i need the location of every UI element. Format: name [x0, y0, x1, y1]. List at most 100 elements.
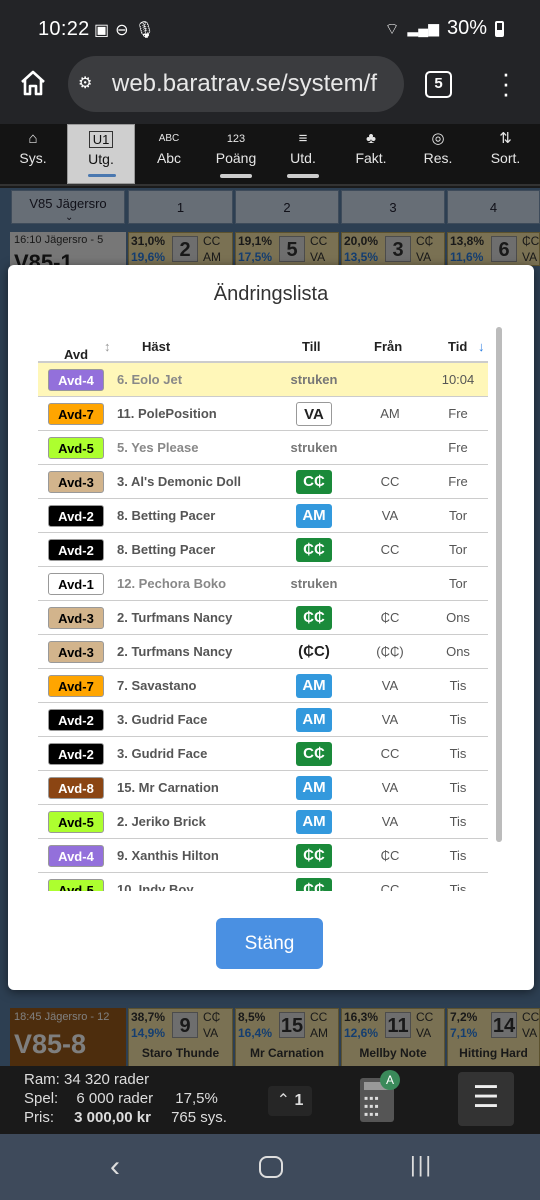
- toolbar-fakt[interactable]: ♣ Fakt.: [337, 124, 405, 184]
- toolbar-label: Fakt.: [355, 150, 387, 166]
- counter-button[interactable]: ⌃ 1: [268, 1086, 312, 1116]
- avd-badge: Avd-3: [48, 607, 104, 629]
- table-row[interactable]: Avd-4 9. Xanthis Hilton ₵₵ ₵C Tis: [38, 839, 488, 873]
- table-row[interactable]: Avd-5 2. Jeriko Brick AM VA Tis: [38, 805, 488, 839]
- toolbar-label: Res.: [423, 150, 453, 166]
- horse-name: 2. Turfmans Nancy: [117, 644, 233, 659]
- hamburger-menu-icon[interactable]: ☰: [458, 1072, 514, 1126]
- sort-icon[interactable]: ↕: [104, 339, 111, 354]
- signal-icon: ▂▄▆: [407, 20, 439, 36]
- horse-name: 12. Pechora Boko: [117, 576, 227, 591]
- avd-badge: Avd-4: [48, 845, 104, 867]
- sort-desc-icon[interactable]: ↓: [478, 339, 485, 354]
- horse-name: 9. Xanthis Hilton: [117, 848, 219, 863]
- header-hast[interactable]: Häst: [142, 339, 170, 354]
- change-list[interactable]: Avd-4 6. Eolo Jet struken 10:04 Avd-7 11…: [38, 363, 488, 891]
- home-icon[interactable]: [18, 68, 48, 100]
- till-value: (₵C): [298, 643, 330, 660]
- avd-badge: Avd-2: [48, 709, 104, 731]
- table-row[interactable]: Avd-5 5. Yes Please struken Fre: [38, 431, 488, 465]
- target-icon: ◎: [431, 130, 445, 147]
- toolbar-sys[interactable]: ⌂ Sys.: [0, 124, 66, 184]
- fran-value: CC: [380, 542, 400, 557]
- toolbar-poang[interactable]: 123 Poäng: [203, 124, 269, 184]
- avd-badge: Avd-7: [48, 403, 104, 425]
- tid-value: Tis: [449, 882, 467, 891]
- avd-badge: Avd-1: [48, 573, 104, 595]
- tid-value: Tis: [449, 746, 467, 761]
- address-bar[interactable]: ⚙ web.baratrav.se/system/f: [68, 56, 404, 112]
- bars-icon: ≡: [298, 130, 308, 147]
- toolbar-abc[interactable]: ABC Abc: [135, 124, 203, 184]
- toolbar-utd[interactable]: ≡ Utd.: [269, 124, 337, 184]
- table-row[interactable]: Avd-3 3. Al's Demonic Doll C₵ CC Fre: [38, 465, 488, 499]
- header-till[interactable]: Till: [302, 339, 321, 354]
- toolbar-utg[interactable]: U1 Utg.: [67, 124, 135, 184]
- pris-sys: 765 sys.: [171, 1109, 227, 1126]
- tab-switcher-button[interactable]: 5: [425, 71, 452, 98]
- table-row[interactable]: Avd-8 15. Mr Carnation AM VA Tis: [38, 771, 488, 805]
- till-value: struken: [290, 576, 338, 591]
- horse-name: 3. Gudrid Face: [117, 746, 208, 761]
- table-row[interactable]: Avd-4 6. Eolo Jet struken 10:04: [38, 363, 488, 397]
- table-row[interactable]: Avd-2 3. Gudrid Face C₵ CC Tis: [38, 737, 488, 771]
- calc-badge: A: [380, 1070, 400, 1090]
- abc-icon: ABC: [158, 133, 180, 144]
- fran-value: AM: [380, 406, 400, 421]
- scrollbar[interactable]: [496, 327, 502, 842]
- fran-value: VA: [381, 712, 399, 727]
- calculator-icon[interactable]: ▪▪▪ ▪▪▪ ▪▪▪ A: [360, 1070, 400, 1122]
- numbers-icon: 123: [226, 133, 246, 145]
- horse-name: 8. Betting Pacer: [117, 542, 216, 557]
- horse-name: 2. Turfmans Nancy: [117, 610, 233, 625]
- table-row[interactable]: Avd-5 10. Indy Boy ₵₵ CC Tis: [38, 873, 488, 891]
- horse-name: 3. Al's Demonic Doll: [117, 474, 241, 489]
- table-row[interactable]: Avd-2 8. Betting Pacer AM VA Tor: [38, 499, 488, 533]
- avd-badge: Avd-2: [48, 743, 104, 765]
- battery-text: 30%: [446, 17, 487, 39]
- toolbar-sort[interactable]: ⇅ Sort.: [471, 124, 540, 184]
- site-settings-icon[interactable]: ⚙: [78, 73, 92, 93]
- tid-value: Tor: [448, 576, 468, 591]
- recents-icon[interactable]: |||: [410, 1152, 433, 1178]
- table-row[interactable]: Avd-2 3. Gudrid Face AM VA Tis: [38, 703, 488, 737]
- fran-value: (₵₵): [376, 644, 404, 659]
- back-icon[interactable]: ‹: [110, 1150, 120, 1184]
- status-right: ⌔ ▂▄▆ 30%: [384, 17, 504, 40]
- status-bar: 10:22 ▣ ⊖ 🎙 ⌔ ▂▄▆ 30%: [0, 0, 540, 58]
- url-text[interactable]: web.baratrav.se/system/f: [112, 70, 394, 98]
- sort-icon: ⇅: [499, 130, 512, 147]
- toolbar-label: Abc: [156, 150, 182, 166]
- status-time: 10:22: [38, 18, 90, 40]
- home-nav-icon[interactable]: [259, 1156, 283, 1178]
- table-row[interactable]: Avd-7 11. PolePosition VA AM Fre: [38, 397, 488, 431]
- table-row[interactable]: Avd-1 12. Pechora Boko struken Tor: [38, 567, 488, 601]
- table-row[interactable]: Avd-7 7. Savastano AM VA Tis: [38, 669, 488, 703]
- avd-badge: Avd-8: [48, 777, 104, 799]
- avd-badge: Avd-5: [48, 879, 104, 891]
- toolbar-res[interactable]: ◎ Res.: [405, 124, 471, 184]
- header-tid[interactable]: Tid: [448, 339, 467, 354]
- tid-value: Ons: [446, 644, 470, 659]
- fran-value: ₵C: [380, 610, 400, 625]
- till-value: AM: [296, 504, 332, 528]
- dnd-icon: ⊖: [115, 22, 129, 39]
- header-fran[interactable]: Från: [374, 339, 402, 354]
- table-row[interactable]: Avd-2 8. Betting Pacer ₵₵ CC Tor: [38, 533, 488, 567]
- horse-name: 7. Savastano: [117, 678, 197, 693]
- ram-value: 34 320 rader: [64, 1071, 150, 1088]
- toolbar-label: Utd.: [290, 150, 316, 166]
- close-button[interactable]: Stäng: [216, 918, 323, 969]
- avd-badge: Avd-3: [48, 641, 104, 663]
- change-list-dialog: Ändringslista Avd ↕ Häst Till Från Tid ↓…: [8, 265, 534, 990]
- table-row[interactable]: Avd-3 2. Turfmans Nancy ₵₵ ₵C Ons: [38, 601, 488, 635]
- tid-value: Ons: [446, 610, 470, 625]
- horse-name: 3. Gudrid Face: [117, 712, 208, 727]
- till-value: AM: [296, 810, 332, 834]
- table-row[interactable]: Avd-3 2. Turfmans Nancy (₵C) (₵₵) Ons: [38, 635, 488, 669]
- image-icon: ▣: [94, 22, 110, 39]
- tid-value: Tis: [449, 712, 467, 727]
- horse-name: 2. Jeriko Brick: [117, 814, 206, 829]
- till-value: AM: [296, 776, 332, 800]
- menu-dots-icon[interactable]: · · ·: [496, 60, 516, 106]
